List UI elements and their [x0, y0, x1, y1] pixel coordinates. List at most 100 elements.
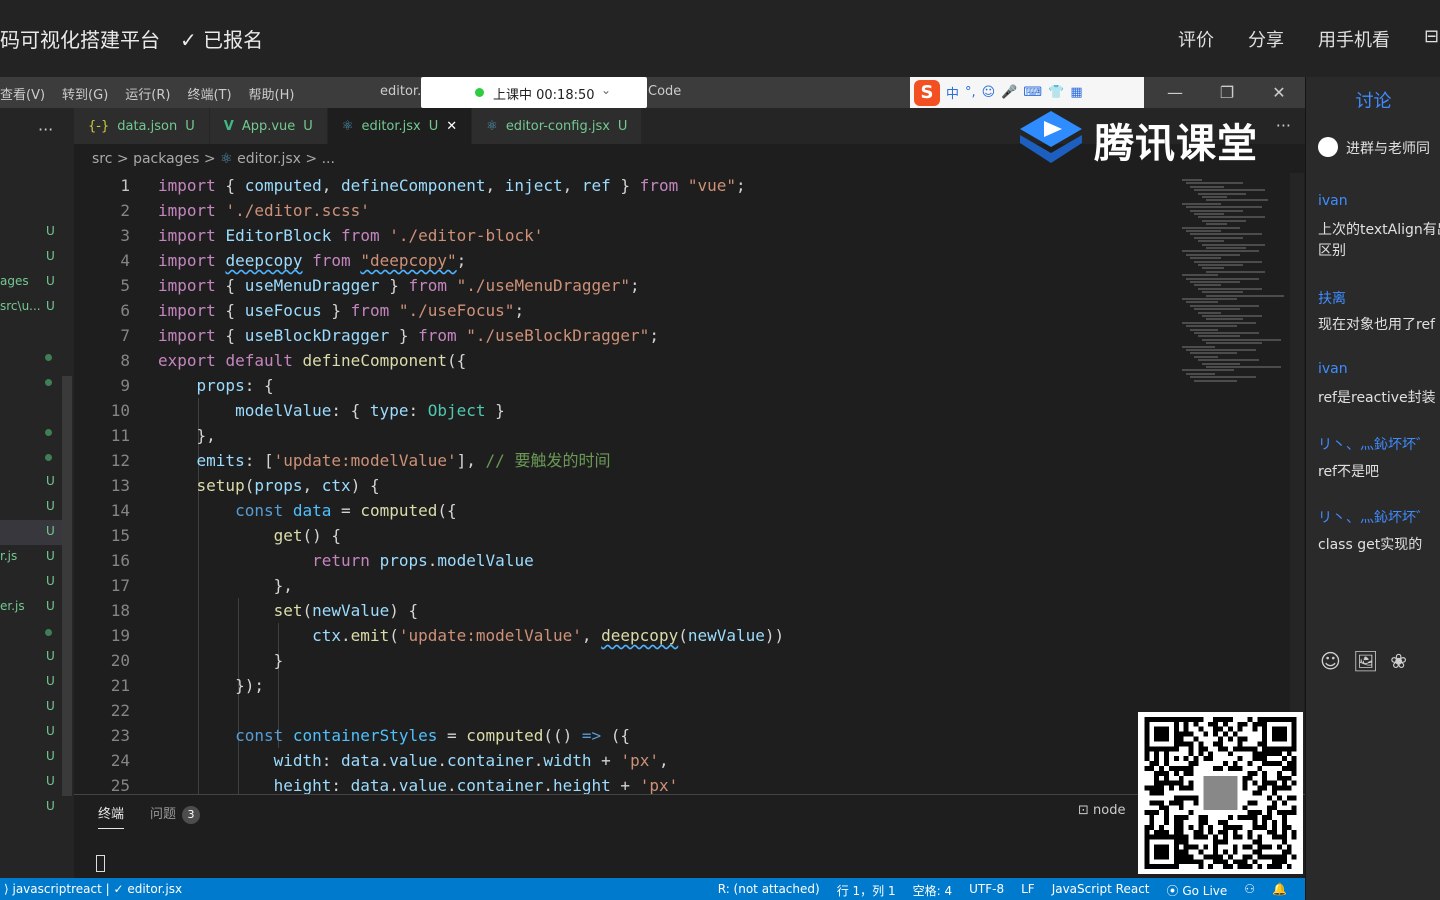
line-number: 24 — [110, 751, 130, 770]
code-line: emits: ['update:modelValue'], // 要触发的时间 — [196, 451, 611, 470]
bell-icon[interactable]: 🔔 — [1272, 882, 1287, 899]
tab-data-json[interactable]: {-} data.json U — [74, 108, 210, 144]
status-eol[interactable]: LF — [1021, 882, 1035, 899]
code-line: export default defineComponent({ — [158, 351, 467, 370]
explorer-row[interactable]: U — [0, 220, 62, 245]
modified-dot-icon — [45, 354, 52, 361]
message-user[interactable]: リ丶、灬鈊坏坏゛ — [1318, 434, 1430, 454]
tab-problems[interactable]: 问题 3 — [150, 803, 201, 829]
explorer-row[interactable]: U — [0, 520, 62, 545]
ime-menu-icon[interactable]: ▦ — [1070, 85, 1082, 100]
menu-terminal[interactable]: 终端(T) — [187, 84, 231, 103]
breadcrumb-tail[interactable]: > ... — [305, 151, 335, 167]
more-icon[interactable]: ⊟ — [1424, 26, 1440, 52]
emoji-icon[interactable]: ☺ — [1320, 649, 1341, 673]
status-bar: ⟩ javascriptreact | ✓ editor.jsx R: (not… — [0, 878, 1305, 900]
ime-emoji-icon[interactable]: ☺ — [982, 85, 996, 100]
code-line: import EditorBlock from './editor-block' — [158, 226, 544, 245]
message-user[interactable]: ivan — [1318, 193, 1348, 209]
menu-help[interactable]: 帮助(H) — [249, 84, 295, 103]
message-user[interactable]: ivan — [1318, 361, 1348, 377]
explorer-row[interactable]: er.js U — [0, 595, 62, 620]
tabs-more-icon[interactable]: ··· — [1276, 116, 1291, 135]
explorer-row-status: U — [46, 274, 55, 288]
terminal-selector[interactable]: ⊡ node — [1078, 803, 1125, 818]
breadcrumb-path[interactable]: src > packages > — [92, 151, 216, 167]
ime-mic-icon[interactable]: 🎤 — [1001, 85, 1017, 100]
explorer-row[interactable]: U — [0, 495, 62, 520]
explorer-row-status: U — [46, 299, 55, 313]
mobile-watch-link[interactable]: 用手机看 — [1318, 26, 1390, 52]
explorer-row[interactable]: U — [0, 720, 62, 745]
message-user[interactable]: リ丶、灬鈊坏坏゛ — [1318, 507, 1430, 527]
tab-app-vue[interactable]: V App.vue U — [209, 108, 328, 144]
status-language-file[interactable]: ⟩ javascriptreact | ✓ editor.jsx — [4, 882, 182, 896]
status-cursor-position[interactable]: 行 1，列 1 — [837, 882, 896, 899]
code-editor[interactable]: import { computed, defineComponent, inje… — [74, 173, 1305, 871]
menu-go[interactable]: 转到(G) — [62, 84, 108, 103]
line-number: 2 — [120, 201, 130, 220]
code-line: setup(props, ctx) { — [196, 476, 380, 495]
close-icon[interactable]: ✕ — [1253, 77, 1305, 108]
tab-editor-config-jsx[interactable]: ⚛ editor-config.jsx U — [472, 108, 643, 144]
breadcrumb-file[interactable]: editor.jsx — [237, 151, 301, 167]
explorer-row[interactable] — [0, 345, 62, 370]
vue-file-icon: V — [223, 118, 234, 134]
explorer-row[interactable]: U — [0, 770, 62, 795]
explorer-row[interactable]: U — [0, 470, 62, 495]
status-r-session[interactable]: R: (not attached) — [718, 882, 820, 899]
explorer-row[interactable]: ages U — [0, 270, 62, 295]
status-indent[interactable]: 空格: 4 — [913, 882, 953, 899]
explorer-more-icon[interactable]: ··· — [38, 120, 53, 139]
explorer-row[interactable] — [0, 395, 62, 420]
explorer-row-status: U — [46, 774, 55, 788]
rate-link[interactable]: 评价 — [1178, 26, 1214, 52]
ime-chinese-mode[interactable]: 中 — [946, 83, 959, 102]
explorer-row[interactable]: U — [0, 570, 62, 595]
share-link[interactable]: 分享 — [1248, 26, 1284, 52]
tab-close-icon[interactable]: ✕ — [446, 119, 457, 134]
restore-icon[interactable]: ❐ — [1201, 77, 1253, 108]
join-group-banner[interactable]: 进群与老师同 — [1318, 137, 1430, 158]
explorer-row[interactable] — [0, 620, 62, 645]
minimap[interactable] — [1178, 173, 1288, 393]
status-language-mode[interactable]: JavaScript React — [1052, 882, 1150, 899]
flower-icon[interactable]: ❀ — [1390, 649, 1407, 673]
explorer-row[interactable]: U — [0, 245, 62, 270]
discussion-title[interactable]: 讨论 — [1306, 77, 1440, 127]
image-icon[interactable]: 🖼 — [1353, 649, 1378, 673]
explorer-row[interactable]: src\u... U — [0, 295, 62, 320]
explorer-row[interactable]: U — [0, 695, 62, 720]
explorer-row[interactable]: U — [0, 795, 62, 820]
feedback-icon[interactable]: ⚇ — [1244, 882, 1255, 899]
line-number: 10 — [110, 401, 130, 420]
message-user[interactable]: 扶离 — [1318, 288, 1346, 308]
minimize-icon[interactable]: — — [1149, 77, 1201, 108]
explorer-row[interactable]: U — [0, 745, 62, 770]
ime-punct-icon[interactable]: °, — [965, 85, 976, 100]
explorer-row[interactable] — [0, 320, 62, 345]
explorer-row[interactable] — [0, 420, 62, 445]
sogou-logo-icon[interactable]: S — [914, 79, 940, 106]
explorer-scrollbar[interactable] — [62, 376, 72, 796]
chevron-down-icon[interactable]: ⌄ — [601, 83, 611, 97]
code-line: import './editor.scss' — [158, 201, 370, 220]
line-number: 18 — [110, 601, 130, 620]
status-go-live[interactable]: ⦿ Go Live — [1167, 882, 1228, 899]
menu-run[interactable]: 运行(R) — [125, 84, 170, 103]
explorer-row-status: U — [46, 724, 55, 738]
class-timer[interactable]: 上课中 00:18:50 ⌄ — [421, 77, 647, 108]
ime-keyboard-icon[interactable]: ⌨ — [1023, 85, 1042, 100]
line-number: 21 — [110, 676, 130, 695]
explorer-row[interactable]: U — [0, 645, 62, 670]
explorer-row[interactable] — [0, 370, 62, 395]
explorer-row[interactable]: U — [0, 670, 62, 695]
ime-skin-icon[interactable]: 👕 — [1048, 85, 1064, 100]
tab-terminal[interactable]: 终端 — [98, 803, 125, 829]
status-encoding[interactable]: UTF-8 — [969, 882, 1004, 899]
code-line: set(newValue) { — [273, 601, 419, 620]
menu-view[interactable]: 查看(V) — [0, 84, 45, 103]
explorer-row[interactable]: r.js U — [0, 545, 62, 570]
tab-editor-jsx[interactable]: ⚛ editor.jsx U ✕ — [327, 108, 473, 144]
explorer-row[interactable] — [0, 445, 62, 470]
